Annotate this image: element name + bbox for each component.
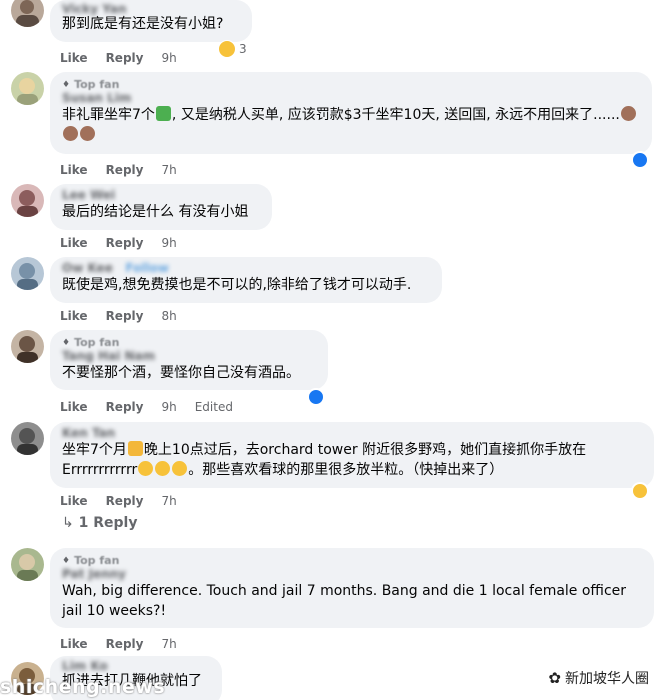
comment-author[interactable]: Pat Jenny	[62, 567, 642, 581]
diamond-icon: ♦	[62, 555, 71, 566]
comment-author[interactable]: Susan Lim	[62, 91, 640, 105]
comment-author[interactable]: Lim Ko	[62, 659, 210, 673]
like-button[interactable]: Like	[60, 309, 88, 323]
comment-bubble: Lee Wei 最后的结论是什么 有没有小姐	[50, 184, 272, 230]
reaction-summary[interactable]	[631, 482, 649, 500]
watermark-site: shicheng.news	[0, 676, 166, 698]
grinning-emoji-icon	[138, 461, 154, 476]
comment-bubble: ♦ Top fan Tang Hai Nam 不要怪那个酒，要怪你自己没有酒品。	[50, 330, 328, 390]
comment-time[interactable]: 8h	[161, 309, 176, 323]
moon-emoji-icon	[155, 106, 171, 121]
reply-button[interactable]: Reply	[106, 400, 144, 414]
avatar[interactable]	[11, 548, 44, 581]
avatar[interactable]	[11, 257, 44, 290]
grinning-emoji-icon	[155, 461, 171, 476]
comment-actions: Like Reply 8h	[60, 309, 177, 323]
thumbs-up-emoji-icon	[127, 441, 143, 456]
comment-author[interactable]: Tang Hai Nam	[62, 349, 316, 363]
avatar[interactable]	[11, 330, 44, 363]
edited-label: Edited	[194, 400, 233, 414]
comment-text: 既使是鸡,想免费摸也是不可以的,除非给了钱才可以动手.	[62, 277, 412, 293]
comment-actions: Like Reply 7h	[60, 163, 177, 177]
like-button[interactable]: Like	[60, 494, 88, 508]
like-button[interactable]: Like	[60, 236, 88, 250]
reply-button[interactable]: Reply	[106, 236, 144, 250]
watermark: ✿ 新加坡华人圈	[548, 669, 649, 687]
avatar[interactable]	[11, 184, 44, 217]
comment-time[interactable]: 7h	[161, 494, 176, 508]
reply-button[interactable]: Reply	[106, 494, 144, 508]
like-button[interactable]: Like	[60, 51, 88, 65]
like-button[interactable]: Like	[60, 163, 88, 177]
comment-author[interactable]: Vicky Yan	[62, 2, 240, 16]
comment-bubble: ♦ Top fan Pat Jenny Wah, big difference.…	[50, 548, 654, 628]
reply-button[interactable]: Reply	[106, 51, 144, 65]
comment-time[interactable]: 7h	[161, 637, 176, 651]
comment-author[interactable]: Ken Tan	[62, 426, 642, 440]
avatar[interactable]	[11, 0, 44, 27]
see-no-evil-emoji-icon	[80, 126, 95, 141]
comment-author[interactable]: Lee Wei	[62, 188, 260, 202]
comment-text: Wah, big difference. Touch and jail 7 mo…	[62, 583, 631, 619]
top-fan-badge: ♦ Top fan	[62, 78, 120, 91]
comment-actions: Like Reply 9h	[60, 236, 177, 250]
top-fan-badge: ♦ Top fan	[62, 554, 120, 567]
comment-bubble: Ow Kee Follow 既使是鸡,想免费摸也是不可以的,除非给了钱才可以动手…	[50, 257, 442, 303]
like-reaction-icon	[307, 388, 325, 406]
reaction-summary[interactable]: 3	[218, 40, 247, 58]
grinning-emoji-icon	[172, 461, 188, 476]
comment-time[interactable]: 9h	[161, 236, 176, 250]
reaction-summary[interactable]	[631, 151, 649, 169]
comment-time[interactable]: 9h	[161, 51, 176, 65]
comment-text: 非礼罪坐牢7个, 又是纳税人买单, 应该罚款$3千坐牢10天, 送回国, 永远不…	[62, 105, 640, 145]
diamond-icon: ♦	[62, 79, 71, 90]
follow-button[interactable]: Follow	[125, 261, 169, 275]
avatar[interactable]	[11, 72, 44, 105]
wechat-icon: ✿	[548, 669, 561, 687]
view-replies-button[interactable]: ↳ 1 Reply	[62, 515, 137, 531]
comment-bubble: Ken Tan 坐牢7个月 晚上10点过后，去orchard tower 附近很多…	[50, 422, 654, 488]
comment-time[interactable]: 9h	[161, 400, 176, 414]
like-button[interactable]: Like	[60, 637, 88, 651]
comment-text: 那到底是有还是没有小姐?	[62, 16, 224, 32]
comment-actions: Like Reply 7h	[60, 494, 177, 508]
haha-reaction-icon	[631, 482, 649, 500]
reply-arrow-icon: ↳	[62, 515, 74, 531]
comment-text: 不要怪那个酒，要怪你自己没有酒品。	[62, 365, 300, 381]
comment-actions: Like Reply 9h Edited	[60, 400, 233, 414]
top-fan-badge: ♦ Top fan	[62, 336, 120, 349]
comment-bubble: ♦ Top fan Susan Lim 非礼罪坐牢7个, 又是纳税人买单, 应该…	[50, 72, 652, 154]
comment-time[interactable]: 7h	[161, 163, 176, 177]
comment-text: 坐牢7个月 晚上10点过后，去orchard tower 附近很多野鸡，她们直接抓…	[62, 441, 587, 478]
see-no-evil-emoji-icon	[63, 126, 78, 141]
reaction-count: 3	[239, 42, 247, 56]
diamond-icon: ♦	[62, 337, 71, 348]
see-no-evil-emoji-icon	[620, 106, 636, 121]
comment-author[interactable]: Ow Kee Follow	[62, 261, 430, 275]
like-button[interactable]: Like	[60, 400, 88, 414]
like-reaction-icon	[631, 151, 649, 169]
reply-button[interactable]: Reply	[106, 163, 144, 177]
reaction-summary[interactable]	[307, 388, 325, 406]
comment-bubble: Vicky Yan 那到底是有还是没有小姐?	[50, 0, 252, 42]
reply-button[interactable]: Reply	[106, 309, 144, 323]
haha-reaction-icon	[218, 40, 236, 58]
comment-text: 最后的结论是什么 有没有小姐	[62, 204, 249, 220]
reply-button[interactable]: Reply	[106, 637, 144, 651]
comment-actions: Like Reply 9h	[60, 51, 177, 65]
comment-actions: Like Reply 7h	[60, 637, 177, 651]
avatar[interactable]	[11, 422, 44, 455]
